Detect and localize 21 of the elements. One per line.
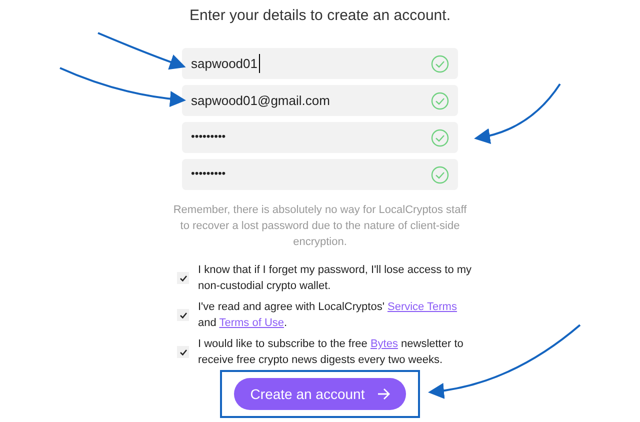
checkbox[interactable] (177, 346, 189, 358)
heading: Enter your details to create an account. (190, 6, 450, 26)
agreement-text: I would like to subscribe to the free Bytes newsletter to receive free crypto news digests every two weeks. (198, 337, 464, 368)
field-value: ••••••••• (191, 167, 226, 182)
field-value: sapwood01@gmail.com (191, 92, 330, 110)
create-account-button[interactable]: Create an account (234, 378, 406, 410)
password-notice: Remember, there is absolutely no way for LocalCryptos staff to recover a lost password due to the nature of client-side encryption. (172, 203, 468, 250)
field-value: ••••••••• (191, 130, 226, 146)
checkbox[interactable] (177, 309, 189, 321)
password-field[interactable]: ••••••••• (182, 159, 458, 190)
link[interactable]: Terms of Use (219, 317, 284, 329)
password-field[interactable]: ••••••••• (182, 122, 458, 153)
input-field[interactable]: sapwood01@gmail.com (182, 85, 458, 116)
link[interactable]: Bytes (370, 338, 398, 350)
arrow-right-icon (376, 388, 390, 400)
field-value: sapwood01 (191, 54, 260, 74)
link[interactable]: Service Terms (387, 301, 457, 313)
agreement-text: I've read and agree with LocalCryptos' Service Terms and Terms of Use. (198, 300, 458, 331)
agreement-text: I know that if I forget my password, I'll lose access to my non-custodial crypto wallet. (198, 263, 473, 294)
checkbox[interactable] (177, 272, 189, 284)
input-field[interactable]: sapwood01 (182, 48, 458, 79)
